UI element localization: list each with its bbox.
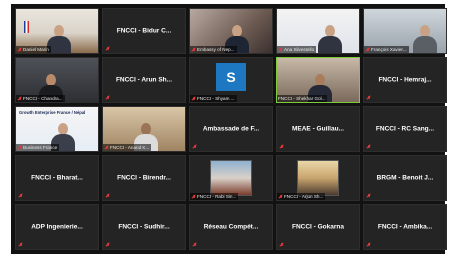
participant-tile[interactable]: FNCCI - Hemraj... <box>363 57 447 103</box>
participant-tile[interactable]: FNCCI - Anand K... <box>102 106 186 152</box>
participant-name: FNCCI - Bidur C... <box>116 27 172 35</box>
participant-name-tag: FNCCI - Chandra... <box>16 95 65 102</box>
participant-tile[interactable]: MEAE - Guillau... <box>276 106 360 152</box>
participant-tile[interactable]: Ana Silvestello <box>276 8 360 54</box>
participant-name-tag: Business France <box>16 144 60 151</box>
mic-muted-icon <box>191 194 196 199</box>
participant-name-tag: François Xavier... <box>364 46 409 53</box>
participant-name-tag: Embassy of Nep... <box>190 46 237 53</box>
mic-muted-icon <box>18 193 23 198</box>
profile-picture <box>210 160 252 196</box>
mic-muted-icon <box>279 242 284 247</box>
mic-muted-icon <box>105 95 110 100</box>
participant-name: FNCCI - RC Sang... <box>375 125 435 133</box>
participant-name: MEAE - Guillau... <box>291 125 344 133</box>
participant-name-tag: FNCCI - Rabi Sin... <box>190 193 239 200</box>
mic-muted-icon <box>17 47 22 52</box>
participant-name: Réseau Compét... <box>203 223 259 231</box>
participant-tile[interactable]: FNCCI - Gokarna <box>276 204 360 250</box>
avatar: S <box>216 63 246 91</box>
participant-tile[interactable]: FNCCI - Arjun Sh... <box>276 155 360 201</box>
participant-tile[interactable]: FNCCI - Bidur C... <box>102 8 186 54</box>
participant-tile[interactable]: FNCCI - Birendr... <box>102 155 186 201</box>
participant-tile[interactable]: Daniel Marin <box>15 8 99 54</box>
participant-tile[interactable]: FNCCI - Rabi Sin... <box>189 155 273 201</box>
participant-name-tag: FNCCI - Anand K... <box>103 144 152 151</box>
mic-muted-icon <box>366 95 371 100</box>
mic-muted-icon <box>366 144 371 149</box>
mic-muted-icon <box>18 242 23 247</box>
mic-muted-icon <box>366 242 371 247</box>
participant-name: BRGM - Benoit J... <box>376 174 434 182</box>
participant-tile[interactable]: Ambassade de F... <box>189 106 273 152</box>
participant-name: Ambassade de F... <box>202 125 260 133</box>
mic-muted-icon <box>278 47 283 52</box>
mic-muted-icon <box>17 145 22 150</box>
mic-muted-icon <box>279 144 284 149</box>
participant-name: FNCCI - Ambika... <box>377 223 433 231</box>
participant-name: FNCCI - Birendr... <box>117 174 171 182</box>
mic-muted-icon <box>366 193 371 198</box>
active-speaker-tile[interactable]: FNCCI - Shekhar Gol... <box>276 57 360 103</box>
participant-tile[interactable]: BRGM - Benoit J... <box>363 155 447 201</box>
mic-muted-icon <box>365 47 370 52</box>
mic-muted-icon <box>191 47 196 52</box>
poster-text: Growth Enterprise France / Népal <box>19 110 86 115</box>
participant-name: FNCCI - Gokarna <box>291 223 344 231</box>
participant-video <box>412 23 438 53</box>
participant-tile[interactable]: ADP Ingenierie... <box>15 204 99 250</box>
participant-name-tag: FNCCI - Arjun Sh... <box>277 193 326 200</box>
participant-grid: Daniel Marin FNCCI - Bidur C... Embassy … <box>15 8 447 250</box>
mic-muted-icon <box>192 242 197 247</box>
participant-name-tag: Daniel Marin <box>16 46 51 53</box>
participant-tile[interactable]: S FNCCI - Shyam ... <box>189 57 273 103</box>
participant-name: FNCCI - Bharat... <box>31 174 83 182</box>
participant-tile[interactable]: FNCCI - Bharat... <box>15 155 99 201</box>
participant-name: FNCCI - Arun Sh... <box>115 76 173 84</box>
participant-name: ADP Ingenierie... <box>31 223 83 231</box>
mic-muted-icon <box>104 145 109 150</box>
mic-muted-icon <box>17 96 22 101</box>
participant-name: FNCCI - Hemraj... <box>378 76 432 84</box>
participant-tile[interactable]: FNCCI - Ambika... <box>363 204 447 250</box>
mic-muted-icon <box>105 193 110 198</box>
participant-tile[interactable]: Réseau Compét... <box>189 204 273 250</box>
mic-muted-icon <box>105 46 110 51</box>
participant-tile[interactable]: Growth Enterprise France / Népal Busines… <box>15 106 99 152</box>
participant-name-tag: Ana Silvestello <box>277 46 317 53</box>
mic-muted-icon <box>278 194 283 199</box>
french-flag-icon <box>24 21 29 33</box>
mic-muted-icon <box>105 242 110 247</box>
participant-tile[interactable]: FNCCI - Chandra... <box>15 57 99 103</box>
participant-name: FNCCI - Sudhir... <box>118 223 170 231</box>
participant-video <box>317 23 343 53</box>
participant-tile[interactable]: FNCCI - Arun Sh... <box>102 57 186 103</box>
profile-picture <box>297 160 339 196</box>
participant-name-tag: FNCCI - Shekhar Gol... <box>277 95 328 102</box>
video-conference-window: Daniel Marin FNCCI - Bidur C... Embassy … <box>11 4 447 254</box>
participant-tile[interactable]: François Xavier... <box>363 8 447 54</box>
participant-name-tag: FNCCI - Shyam ... <box>190 95 237 102</box>
mic-muted-icon <box>191 96 196 101</box>
mic-muted-icon <box>192 144 197 149</box>
participant-tile[interactable]: Embassy of Nep... <box>189 8 273 54</box>
participant-tile[interactable]: FNCCI - RC Sang... <box>363 106 447 152</box>
participant-tile[interactable]: FNCCI - Sudhir... <box>102 204 186 250</box>
